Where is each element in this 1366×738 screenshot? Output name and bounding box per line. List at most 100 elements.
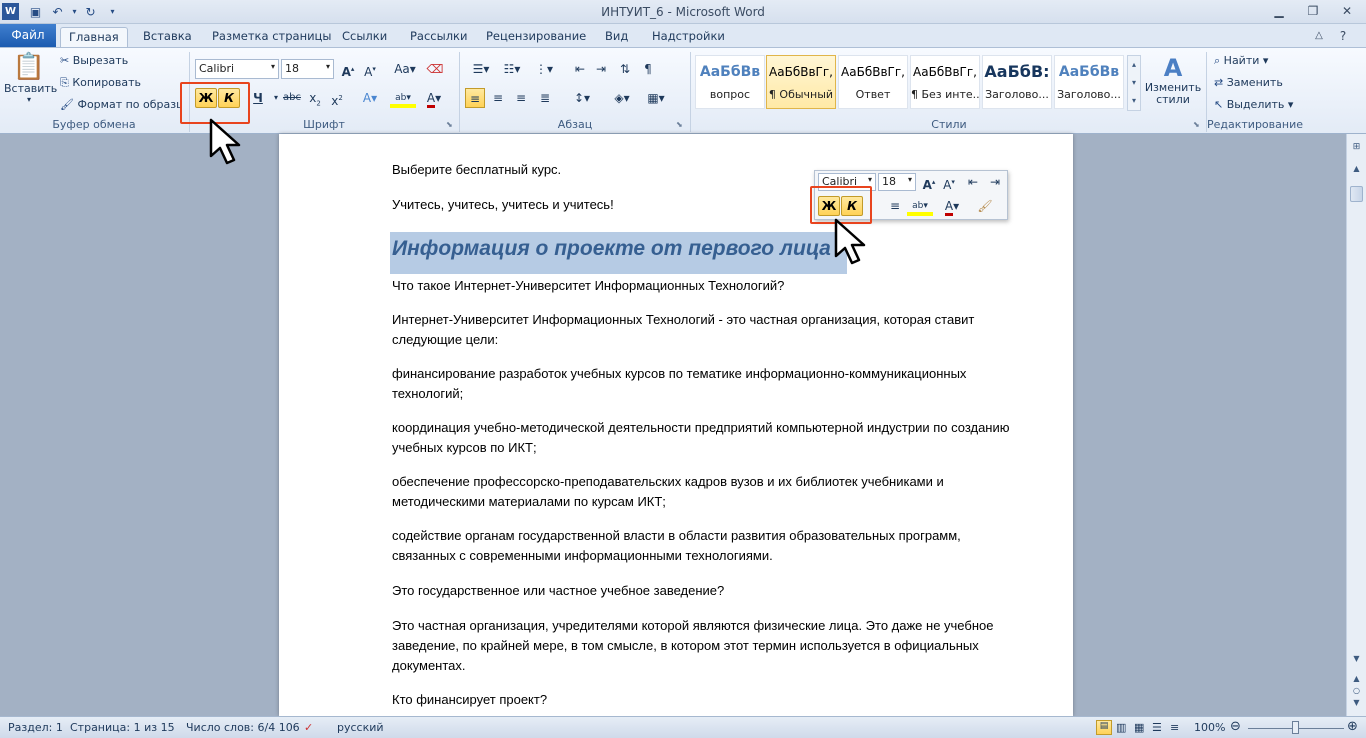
tab-insert[interactable]: Вставка <box>135 27 200 48</box>
mini-increase-indent-icon[interactable]: ⇥ <box>985 172 1005 192</box>
full-screen-reading-icon[interactable]: ▥ <box>1116 721 1126 734</box>
bullets-icon[interactable]: ☰▾ <box>467 59 495 79</box>
vertical-scrollbar[interactable]: ⊞ ▲ ▼ ▲ ○ ▼ <box>1346 134 1366 716</box>
italic-button[interactable]: К <box>218 88 240 108</box>
style-heading2[interactable]: АаБбВв Заголово... <box>1054 55 1124 109</box>
paragraph[interactable]: координация учебно-методической деятельн… <box>392 418 1012 458</box>
select-button[interactable]: ↖ Выделить ▾ <box>1214 98 1293 111</box>
style-answer[interactable]: АаБбВвГг, Ответ <box>838 55 908 109</box>
font-size-combo[interactable]: 18 ▾ <box>281 59 334 79</box>
styles-scroll[interactable]: ▴ ▾ ▾ <box>1127 55 1141 111</box>
find-button[interactable]: ⌕ Найти ▾ <box>1214 54 1268 68</box>
style-no-spacing[interactable]: АаБбВвГг, ¶ Без инте... <box>910 55 980 109</box>
ruler-toggle-icon[interactable]: ⊞ <box>1350 142 1363 154</box>
paragraph-dialog-icon[interactable]: ⬊ <box>676 120 683 129</box>
word-count[interactable]: Число слов: 6/4 106 <box>186 721 300 734</box>
zoom-out-icon[interactable]: ⊖ <box>1230 719 1241 734</box>
document-page[interactable]: Выберите бесплатный курс. Учитесь, учите… <box>279 134 1073 716</box>
mini-format-painter-icon[interactable]: 🖌 <box>975 196 995 216</box>
mini-grow-font-icon[interactable]: A▴ <box>919 172 939 192</box>
tab-addins[interactable]: Надстройки <box>644 27 733 48</box>
close-button[interactable]: ✕ <box>1334 2 1360 20</box>
paragraph[interactable]: финансирование разработок учебных курсов… <box>392 364 1012 404</box>
mini-center-icon[interactable]: ≡ <box>885 196 905 216</box>
mini-highlight-icon[interactable]: ab▾ <box>907 196 933 216</box>
style-question[interactable]: АаБбВв вопрос <box>695 55 765 109</box>
tab-file[interactable]: Файл <box>0 24 56 47</box>
page-indicator[interactable]: Страница: 1 из 15 <box>70 721 175 734</box>
minimize-ribbon-icon[interactable]: △ <box>1306 27 1332 45</box>
strikethrough-icon[interactable]: abc <box>280 88 304 108</box>
superscript-icon[interactable]: x2 <box>327 88 347 108</box>
section-indicator[interactable]: Раздел: 1 <box>8 721 63 734</box>
minimize-button[interactable]: ▁ <box>1266 2 1292 20</box>
shading-icon[interactable]: ◈▾ <box>608 88 636 108</box>
tab-page-layout[interactable]: Разметка страницы <box>204 27 339 48</box>
outline-icon[interactable]: ☰ <box>1152 721 1162 734</box>
next-page-icon[interactable]: ▼ <box>1350 698 1363 710</box>
copy-button[interactable]: ⎘ Копировать <box>60 76 141 90</box>
mini-font-color-icon[interactable]: A▾ <box>939 196 965 216</box>
justify-icon[interactable]: ≣ <box>535 88 555 108</box>
browse-object-icon[interactable]: ○ <box>1350 686 1363 698</box>
paragraph[interactable]: Кто финансирует проект? <box>392 690 1012 710</box>
tab-references[interactable]: Ссылки <box>334 27 395 48</box>
subscript-icon[interactable]: x2 <box>305 88 325 108</box>
mini-size-combo[interactable]: 18 ▾ <box>878 173 916 191</box>
change-styles-button[interactable]: A Изменить стили <box>1144 54 1202 106</box>
scroll-down-icon[interactable]: ▼ <box>1350 654 1363 666</box>
style-normal[interactable]: АаБбВвГг, ¶ Обычный <box>766 55 836 109</box>
tab-mailings[interactable]: Рассылки <box>402 27 475 48</box>
borders-icon[interactable]: ▦▾ <box>642 88 670 108</box>
format-painter-button[interactable]: 🖌 Формат по образцу <box>60 98 182 111</box>
language-indicator[interactable]: русский <box>337 721 384 734</box>
sort-icon[interactable]: ⇅ <box>615 59 635 79</box>
selected-heading[interactable]: Информация о проекте от первого лица <box>390 232 847 274</box>
highlight-color-icon[interactable]: ab▾ <box>390 88 416 108</box>
restore-button[interactable]: ❐ <box>1300 2 1326 20</box>
prev-page-icon[interactable]: ▲ <box>1350 674 1363 686</box>
paragraph[interactable]: Интернет-Университет Информационных Техн… <box>392 310 1012 350</box>
grow-font-icon[interactable]: A▴ <box>338 59 358 79</box>
change-case-icon[interactable]: Aa▾ <box>392 59 418 79</box>
zoom-in-icon[interactable]: ⊕ <box>1347 719 1358 734</box>
font-dialog-icon[interactable]: ⬊ <box>446 120 453 129</box>
decrease-indent-icon[interactable]: ⇤ <box>570 59 590 79</box>
mini-decrease-indent-icon[interactable]: ⇤ <box>963 172 983 192</box>
text-effects-icon[interactable]: A▾ <box>358 88 382 108</box>
tab-view[interactable]: Вид <box>597 27 636 48</box>
numbering-icon[interactable]: ☷▾ <box>498 59 526 79</box>
align-left-icon[interactable]: ≡ <box>465 88 485 108</box>
web-layout-icon[interactable]: ▦ <box>1134 721 1144 734</box>
print-layout-icon[interactable]: ▤ <box>1096 720 1112 735</box>
proofing-icon[interactable]: ✓ <box>304 721 313 734</box>
align-right-icon[interactable]: ≡ <box>511 88 531 108</box>
scroll-thumb[interactable] <box>1350 186 1363 202</box>
clear-format-icon[interactable]: ⌫ <box>425 59 445 79</box>
paragraph[interactable]: Это частная организация, учредителями ко… <box>392 616 1012 676</box>
paragraph[interactable]: Что такое Интернет-Университет Информаци… <box>392 276 1012 296</box>
tab-review[interactable]: Рецензирование <box>478 27 594 48</box>
help-icon[interactable]: ? <box>1330 27 1356 45</box>
replace-button[interactable]: ⇄ Заменить <box>1214 76 1283 89</box>
paragraph[interactable]: Это государственное или частное учебное … <box>392 581 1012 601</box>
style-heading1[interactable]: АаБбВ: Заголово... <box>982 55 1052 109</box>
cut-button[interactable]: ✂ Вырезать <box>60 54 128 67</box>
paste-button[interactable]: 📋 Вставить ▾ <box>4 52 57 114</box>
paragraph[interactable]: содействие органам государственной власт… <box>392 526 1012 566</box>
styles-dialog-icon[interactable]: ⬊ <box>1193 120 1200 129</box>
zoom-slider-thumb[interactable] <box>1292 721 1299 734</box>
zoom-level[interactable]: 100% <box>1194 721 1225 734</box>
paragraph[interactable]: обеспечение профессорско-преподавательск… <box>392 472 1012 512</box>
mini-shrink-font-icon[interactable]: A▾ <box>939 172 959 192</box>
shrink-font-icon[interactable]: A▾ <box>360 59 380 79</box>
align-center-icon[interactable]: ≡ <box>488 88 508 108</box>
font-name-combo[interactable]: Calibri ▾ <box>195 59 279 79</box>
multilevel-list-icon[interactable]: ⋮▾ <box>530 59 558 79</box>
bold-button[interactable]: Ж <box>195 88 217 108</box>
draft-icon[interactable]: ≡ <box>1170 721 1179 734</box>
font-color-icon[interactable]: A▾ <box>422 88 446 108</box>
scroll-up-icon[interactable]: ▲ <box>1350 164 1363 176</box>
show-marks-icon[interactable]: ¶ <box>638 59 658 79</box>
line-spacing-icon[interactable]: ↕▾ <box>568 88 596 108</box>
